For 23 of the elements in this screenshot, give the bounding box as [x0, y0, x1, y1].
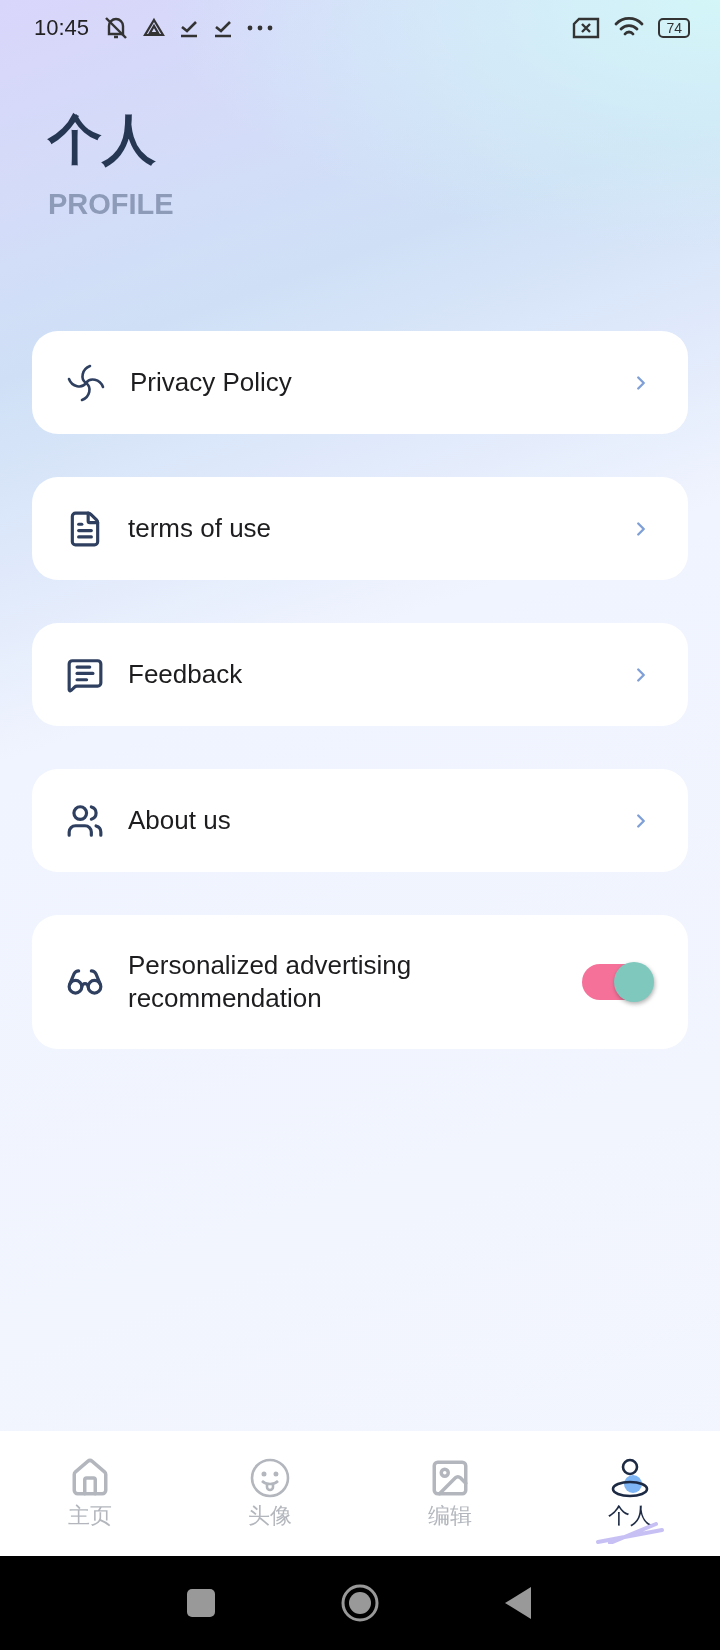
no-sim-icon: [572, 17, 601, 39]
person-icon: [609, 1456, 651, 1499]
page-title: 个人: [48, 108, 157, 170]
back-icon[interactable]: [505, 1587, 533, 1619]
smiley-icon: [249, 1456, 291, 1499]
nav-tab[interactable]: 个人: [540, 1431, 720, 1556]
menu-item[interactable]: terms of use: [32, 477, 688, 580]
square-icon[interactable]: [187, 1589, 215, 1617]
checkmark-icon: [213, 18, 234, 38]
checkmark-icon: [179, 18, 200, 38]
toggle-label: Personalized advertising recommendation: [128, 949, 413, 1015]
status-time: 10:45: [34, 15, 90, 41]
home-circle-icon[interactable]: [340, 1583, 380, 1623]
menu-item[interactable]: Feedback: [32, 623, 688, 726]
home-icon: [69, 1456, 111, 1499]
more-icon: [247, 25, 274, 31]
menu-item[interactable]: Privacy Policy: [32, 331, 688, 434]
fan-icon: [66, 362, 106, 403]
toggle-switch[interactable]: [582, 964, 652, 1000]
triangle-icon: [143, 17, 166, 39]
menu-item[interactable]: About us: [32, 769, 688, 872]
page-subtitle: PROFILE: [48, 188, 175, 221]
battery-level: 74: [658, 18, 690, 38]
